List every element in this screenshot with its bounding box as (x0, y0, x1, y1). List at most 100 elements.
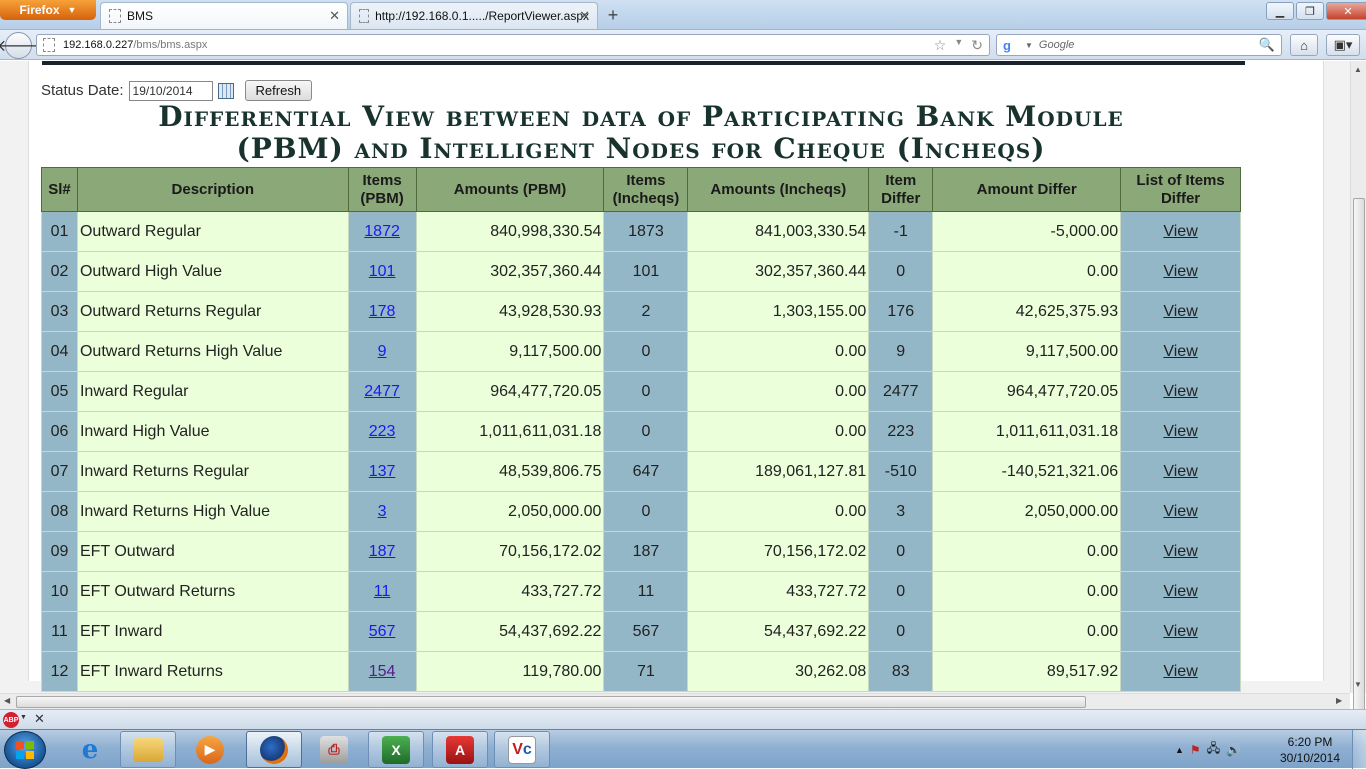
file-explorer-icon[interactable] (120, 731, 176, 768)
show-hidden-icons[interactable]: ▲ (1175, 745, 1184, 755)
volume-icon[interactable]: 🔊 (1226, 743, 1241, 757)
items-pbm-link[interactable]: 11 (374, 583, 391, 600)
reload-icon[interactable]: ↻ (971, 37, 983, 54)
navigation-toolbar: 🡐 192.168.0.227/bms/bms.aspx ☆ ▼ ↻ g ▼ G… (0, 30, 1366, 60)
items-pbm-link[interactable]: 3 (378, 503, 387, 520)
start-button[interactable] (4, 731, 46, 769)
addon-menu-button[interactable]: ▣▾ (1326, 34, 1360, 56)
system-clock[interactable]: 6:20 PM 30/10/2014 (1278, 734, 1342, 766)
network-icon[interactable]: 🖧 (1207, 739, 1220, 760)
printer-icon[interactable]: ⎙ (306, 731, 362, 768)
view-link[interactable]: View (1163, 543, 1197, 560)
cell-amount-differ: 1,011,611,031.18 (932, 411, 1122, 452)
horizontal-scrollbar[interactable]: ◀ ▶ (0, 693, 1350, 709)
acrobat-reader-icon[interactable]: A (432, 731, 488, 768)
items-pbm-link[interactable]: 9 (378, 343, 387, 360)
cell-description: Outward Returns Regular (76, 291, 349, 332)
cell-items-incheqs: 0 (603, 411, 689, 452)
items-pbm-link[interactable]: 1872 (364, 223, 400, 240)
close-tab-icon[interactable]: ✕ (579, 8, 590, 24)
view-link[interactable]: View (1163, 423, 1197, 440)
cell-amount-pbm: 48,539,806.75 (415, 451, 605, 492)
adblock-plus-icon[interactable]: ABP (3, 712, 19, 728)
items-pbm-link[interactable]: 567 (369, 623, 396, 640)
items-pbm-link[interactable]: 223 (369, 423, 396, 440)
cell-items-pbm: 567 (347, 611, 417, 652)
cell-items-pbm: 178 (347, 291, 417, 332)
search-engine-dropdown-icon[interactable]: ▼ (1025, 41, 1033, 50)
cell-items-incheqs: 0 (603, 371, 689, 412)
firefox-icon[interactable] (246, 731, 302, 768)
chevron-down-icon[interactable]: ▼ (20, 714, 27, 721)
search-bar[interactable]: g ▼ Google 🔍 (996, 34, 1282, 56)
browser-titlebar: Firefox ▼ BMS ✕ http://192.168.0.1...../… (0, 0, 1366, 30)
show-desktop-button[interactable] (1352, 730, 1366, 769)
cell-item-differ: -1 (868, 211, 934, 252)
minimize-icon[interactable]: ▁ (1266, 2, 1294, 20)
scroll-down-icon[interactable]: ▼ (1354, 680, 1362, 689)
cell-items-pbm: 101 (347, 251, 417, 292)
action-center-icon[interactable]: ⚑ (1190, 743, 1201, 757)
items-pbm-link[interactable]: 2477 (364, 383, 400, 400)
view-link[interactable]: View (1163, 343, 1197, 360)
view-link[interactable]: View (1163, 623, 1197, 640)
table-row: 05 Inward Regular 2477 964,477,720.05 0 0.00 2… (41, 371, 1241, 412)
refresh-button[interactable]: Refresh (244, 80, 313, 101)
cell-sl: 07 (41, 451, 78, 492)
cell-items-pbm: 137 (347, 451, 417, 492)
cell-view: View (1120, 571, 1241, 612)
cell-view: View (1120, 331, 1241, 372)
new-tab-button[interactable]: + (600, 3, 626, 27)
google-icon[interactable]: g (1003, 37, 1019, 53)
cell-items-incheqs: 2 (603, 291, 689, 332)
scroll-left-icon[interactable]: ◀ (4, 696, 10, 705)
tab-bms[interactable]: BMS ✕ (100, 2, 348, 29)
close-addon-bar-icon[interactable]: ✕ (34, 711, 45, 727)
history-dropdown-icon[interactable]: ▼ (954, 37, 963, 54)
system-tray: ▲ ⚑ 🖧 🔊 (1175, 739, 1241, 760)
view-link[interactable]: View (1163, 303, 1197, 320)
scroll-up-icon[interactable]: ▲ (1354, 65, 1362, 74)
view-link[interactable]: View (1163, 383, 1197, 400)
items-pbm-link[interactable]: 101 (369, 263, 396, 280)
view-link[interactable]: View (1163, 583, 1197, 600)
internet-explorer-icon[interactable]: e (62, 731, 118, 768)
items-pbm-link[interactable]: 137 (369, 463, 396, 480)
cell-amount-pbm: 302,357,360.44 (415, 251, 605, 292)
address-bar[interactable]: 192.168.0.227/bms/bms.aspx ☆ ▼ ↻ (36, 34, 990, 56)
items-pbm-link[interactable]: 154 (369, 663, 396, 680)
scroll-right-icon[interactable]: ▶ (1336, 696, 1342, 705)
differential-table: Sl# Description Items (PBM) Amounts (PBM)… (41, 167, 1241, 692)
close-tab-icon[interactable]: ✕ (329, 8, 340, 24)
restore-icon[interactable]: ❐ (1296, 2, 1324, 20)
site-identity-icon[interactable] (43, 38, 55, 52)
view-link[interactable]: View (1163, 503, 1197, 520)
home-button[interactable]: ⌂ (1290, 34, 1318, 56)
view-link[interactable]: View (1163, 223, 1197, 240)
windows-taskbar: e ▶ ⎙ X A Vc ▲ ⚑ 🖧 🔊 6:20 PM 30/10/2014 (0, 729, 1366, 769)
cell-view: View (1120, 651, 1241, 692)
excel-icon[interactable]: X (368, 731, 424, 768)
cell-amount-incheqs: 0.00 (687, 331, 870, 372)
view-link[interactable]: View (1163, 663, 1197, 680)
bookmark-star-icon[interactable]: ☆ (934, 37, 947, 54)
window-close-icon[interactable]: ✕ (1326, 2, 1366, 20)
cell-items-pbm: 187 (347, 531, 417, 572)
tab-report-viewer[interactable]: http://192.168.0.1...../ReportViewer.asp… (350, 2, 598, 29)
clock-time: 6:20 PM (1287, 735, 1333, 749)
items-pbm-link[interactable]: 178 (369, 303, 396, 320)
calendar-icon[interactable] (217, 82, 234, 99)
visio-icon[interactable]: Vc (494, 731, 550, 768)
firefox-menu-button[interactable]: Firefox ▼ (0, 0, 96, 20)
view-link[interactable]: View (1163, 463, 1197, 480)
view-link[interactable]: View (1163, 263, 1197, 280)
tab-title: BMS (127, 9, 154, 23)
horizontal-scrollbar-thumb[interactable] (16, 696, 1086, 708)
vertical-scrollbar[interactable]: ▲ ▼ (1350, 61, 1366, 733)
back-button[interactable]: 🡐 (0, 32, 40, 59)
media-player-icon[interactable]: ▶ (182, 731, 238, 768)
items-pbm-link[interactable]: 187 (369, 543, 396, 560)
vertical-scrollbar-thumb[interactable] (1353, 198, 1365, 733)
search-icon[interactable]: 🔍 (1259, 37, 1275, 53)
status-date-input[interactable]: 19/10/2014 (128, 80, 213, 101)
